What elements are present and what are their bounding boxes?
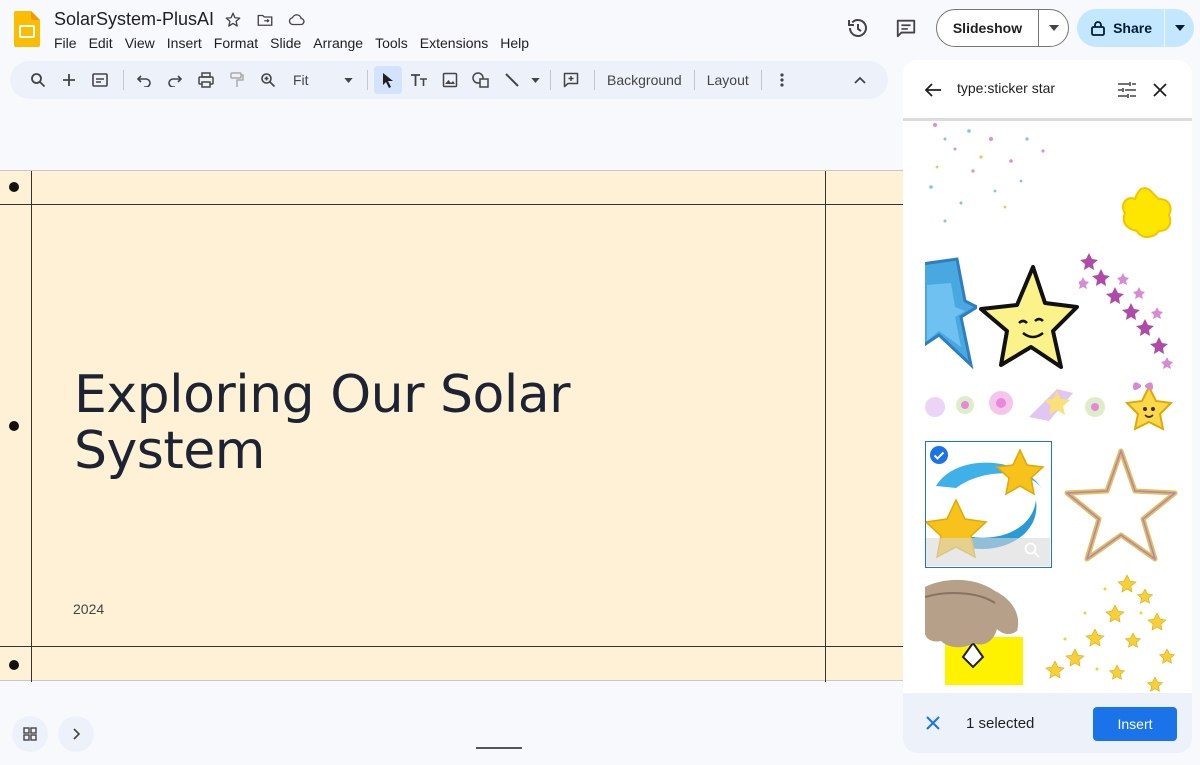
insert-image-icon[interactable] — [436, 66, 464, 94]
menu-insert[interactable]: Insert — [161, 33, 208, 53]
back-arrow-icon[interactable] — [921, 78, 945, 102]
menu-arrange[interactable]: Arrange — [307, 33, 369, 53]
menu-bar: File Edit View Insert Format Slide Arran… — [48, 33, 535, 53]
guide-line — [0, 204, 903, 205]
print-icon[interactable] — [192, 66, 220, 94]
star-icon[interactable] — [222, 9, 244, 31]
guide-handle[interactable] — [9, 182, 19, 192]
image-result-scattered-confetti-stars-icon[interactable] — [925, 121, 1057, 247]
guide-line — [31, 171, 32, 682]
selection-footer: 1 selected Insert — [903, 693, 1192, 753]
slide-title[interactable]: Exploring Our Solar System — [74, 367, 674, 479]
menu-tools[interactable]: Tools — [369, 33, 414, 53]
zoom-select[interactable]: Fit — [285, 66, 357, 94]
clear-selection-close-icon[interactable] — [923, 713, 943, 733]
zoom-value: Fit — [293, 72, 309, 88]
search-menus-icon[interactable] — [24, 66, 52, 94]
undo-icon[interactable] — [130, 66, 158, 94]
share-button[interactable]: Share — [1077, 9, 1164, 47]
menu-extensions[interactable]: Extensions — [414, 33, 494, 53]
app-header: SolarSystem-PlusAI File Edit View Insert… — [0, 0, 1200, 60]
toolbar-divider — [550, 70, 551, 90]
image-results-grid — [903, 121, 1192, 693]
toolbar-divider — [123, 70, 124, 90]
more-options-icon[interactable] — [768, 66, 796, 94]
speaker-notes-resize-handle[interactable] — [476, 747, 522, 749]
image-result-falling-gold-stars-icon[interactable] — [1045, 569, 1179, 693]
slide-layout-icon[interactable] — [86, 66, 114, 94]
menu-edit[interactable]: Edit — [83, 33, 119, 53]
current-slide[interactable]: Exploring Our Solar System 2024 — [0, 170, 903, 682]
layout-button[interactable]: Layout — [701, 72, 755, 88]
preview-zoom-icon[interactable] — [1023, 541, 1041, 559]
image-result-pink-star-trail-icon[interactable] — [1079, 247, 1177, 375]
image-result-fuzzy-star-strip-icon[interactable] — [925, 377, 1123, 439]
cloud-saved-icon[interactable] — [286, 9, 308, 31]
zoom-chevron-down-icon — [344, 77, 353, 83]
comments-icon[interactable] — [886, 8, 926, 48]
toolbar-divider — [594, 70, 595, 90]
close-panel-icon[interactable] — [1148, 78, 1172, 102]
selected-check-icon — [929, 445, 949, 465]
guide-handle[interactable] — [9, 421, 19, 431]
slideshow-button-group: Slideshow — [935, 9, 1070, 47]
share-label: Share — [1113, 20, 1152, 36]
image-result-smiling-yellow-star-icon[interactable] — [977, 263, 1081, 373]
image-result-blue-star-outline-icon[interactable] — [925, 255, 977, 377]
slide-subtitle[interactable]: 2024 — [73, 601, 104, 617]
main-toolbar: Fit Background Layout — [10, 61, 888, 99]
menu-slide[interactable]: Slide — [264, 33, 307, 53]
zoom-icon[interactable] — [254, 66, 282, 94]
search-query-input[interactable]: type:sticker star — [957, 80, 1055, 96]
image-result-yellow-puffy-star-icon[interactable] — [1111, 181, 1181, 251]
image-result-hand-holding-sticker-icon[interactable] — [925, 577, 1025, 685]
slideshow-options-chevron-down-icon[interactable] — [1038, 10, 1068, 46]
line-tool-icon[interactable] — [498, 66, 526, 94]
expand-filmstrip-chevron-right-icon[interactable] — [58, 716, 94, 752]
guide-handle[interactable] — [9, 660, 19, 670]
menu-format[interactable]: Format — [208, 33, 264, 53]
selected-count: 1 selected — [966, 715, 1035, 732]
menu-view[interactable]: View — [119, 33, 161, 53]
image-result-gold-star-outline-icon[interactable] — [1063, 447, 1179, 565]
document-title[interactable]: SolarSystem-PlusAI — [54, 9, 214, 30]
grid-view-icon[interactable] — [12, 716, 48, 752]
search-filters-icon[interactable] — [1115, 78, 1139, 102]
slideshow-button[interactable]: Slideshow — [937, 10, 1038, 46]
select-cursor-icon[interactable] — [374, 66, 402, 94]
menu-file[interactable]: File — [48, 33, 83, 53]
share-options-chevron-down-icon[interactable] — [1164, 9, 1194, 47]
lock-icon — [1091, 21, 1105, 36]
toolbar-divider — [693, 70, 695, 90]
shapes-icon[interactable] — [467, 66, 495, 94]
move-to-folder-icon[interactable] — [254, 9, 276, 31]
image-search-panel: type:sticker star 1 selected Insert — [903, 60, 1192, 753]
image-result-shooting-stars-blue-swoosh-icon[interactable] — [925, 441, 1052, 568]
new-slide-plus-icon[interactable] — [55, 66, 83, 94]
text-box-icon[interactable] — [405, 66, 433, 94]
share-button-group: Share — [1077, 9, 1194, 47]
guide-line — [0, 646, 903, 647]
background-button[interactable]: Background — [601, 72, 688, 88]
insert-comment-icon[interactable] — [557, 66, 585, 94]
image-result-star-with-bow-icon[interactable] — [1123, 377, 1179, 439]
line-tool-chevron-down-icon[interactable] — [529, 66, 541, 94]
version-history-icon[interactable] — [838, 8, 878, 48]
toolbar-divider — [367, 70, 368, 90]
menu-help[interactable]: Help — [494, 33, 535, 53]
paint-format-icon[interactable] — [223, 66, 251, 94]
collapse-menus-chevron-up-icon[interactable] — [846, 66, 874, 94]
insert-button[interactable]: Insert — [1093, 707, 1177, 741]
guide-line — [825, 171, 826, 682]
slides-logo-icon[interactable] — [14, 11, 40, 47]
slide-canvas[interactable]: Exploring Our Solar System 2024 — [0, 100, 903, 765]
redo-icon[interactable] — [161, 66, 189, 94]
toolbar-divider — [760, 70, 762, 90]
